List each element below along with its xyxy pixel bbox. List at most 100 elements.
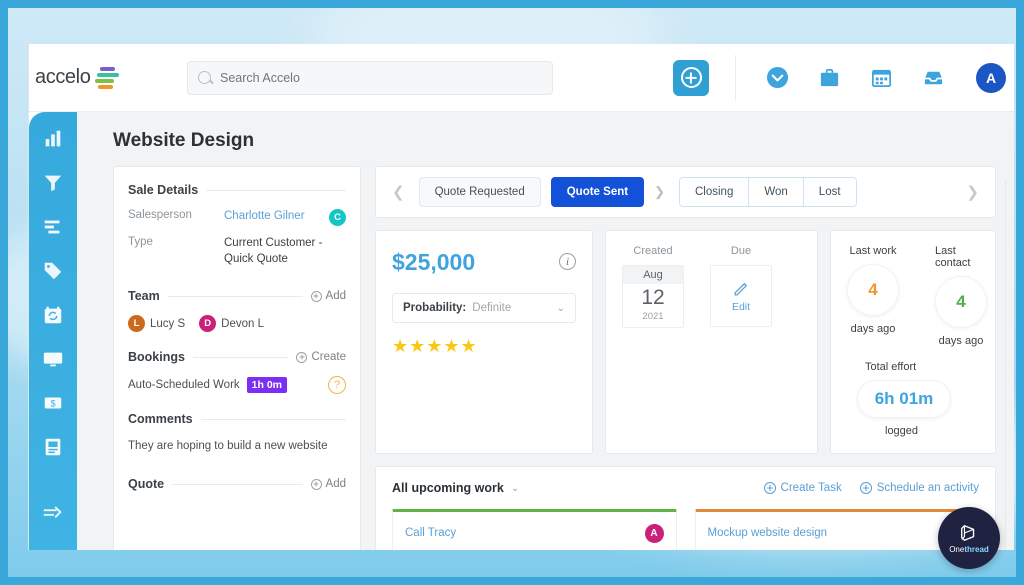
dates-card: Created Aug 12 2021 Due Edit (605, 230, 818, 454)
accelo-logo[interactable]: accelo (29, 66, 169, 89)
sidebar-item-tag-icon[interactable] (41, 260, 65, 282)
bookings-create-button[interactable]: Create (296, 351, 346, 363)
section-title: Sale Details (128, 183, 199, 197)
created-date-column: Created Aug 12 2021 (622, 245, 684, 439)
metric-last-work: Last work 4 days ago (847, 245, 899, 347)
content-columns: Sale Details Salesperson Charlotte Gilne… (77, 166, 1014, 550)
upcoming-work-card: All upcoming work ⌄ Create Task Schedule… (375, 466, 996, 550)
left-navigation-rail: $ (29, 112, 77, 550)
plus-circle-icon (310, 478, 322, 490)
sale-status-pipeline: ❮ Quote Requested Quote Sent ❯ Closing W… (375, 166, 996, 218)
pipeline-prev-arrow-icon[interactable]: ❮ (388, 183, 409, 201)
pipeline-next-arrow-icon[interactable]: ❯ (962, 183, 983, 201)
sale-amount: $25,000 (392, 249, 476, 275)
vertical-scrollbar[interactable] (1005, 180, 1014, 550)
team-member[interactable]: D Devon L (199, 315, 265, 333)
probability-select[interactable]: Probability: Definite ⌄ (392, 293, 576, 323)
status-pill-quote-requested[interactable]: Quote Requested (418, 177, 541, 207)
sidebar-item-funnel-icon[interactable] (41, 172, 65, 194)
sidebar-item-retainer-calendar-icon[interactable] (41, 304, 65, 326)
auto-scheduled-work-label: Auto-Scheduled Work (128, 379, 240, 392)
due-date-edit-button[interactable]: Edit (710, 265, 772, 327)
search-input-wrapper[interactable] (187, 60, 553, 95)
avatar: A (644, 523, 664, 543)
metric-value: 4 (847, 264, 899, 316)
created-date-chip[interactable]: Aug 12 2021 (622, 265, 684, 328)
divider (167, 295, 303, 297)
chevron-separator-icon: ❯ (654, 184, 665, 199)
sale-details-card: Sale Details Salesperson Charlotte Gilne… (113, 166, 361, 550)
onethread-watermark-badge[interactable]: Onethread (938, 507, 1000, 569)
status-segment-closing[interactable]: Closing (679, 178, 750, 206)
status-segment-won[interactable]: Won (749, 178, 804, 206)
field-value[interactable]: Charlotte Gilner (224, 209, 329, 225)
field-label: Salesperson (128, 209, 192, 221)
sidebar-item-company-bars-icon[interactable] (41, 128, 65, 150)
chevron-circle-icon[interactable] (764, 65, 790, 91)
quote-add-label: Add (325, 478, 346, 491)
comments-heading: Comments (128, 412, 346, 426)
team-member-name: Lucy S (150, 317, 186, 330)
section-title: Bookings (128, 350, 185, 365)
right-column: ❮ Quote Requested Quote Sent ❯ Closing W… (375, 166, 996, 550)
accelo-app-window: accelo Search Accelo A $ Website Design … (28, 44, 1014, 550)
svg-text:$: $ (50, 399, 55, 409)
plus-circle-icon (296, 351, 308, 363)
probability-label: Probability: (403, 302, 467, 314)
avatar: L (128, 315, 145, 333)
page-content: Website Design Sale Details Salesperson … (77, 112, 1014, 550)
create-task-button[interactable]: Create Task (763, 482, 842, 494)
inbox-icon[interactable] (920, 65, 946, 91)
avatar: D (199, 315, 217, 333)
work-item-call-tracy[interactable]: Call Tracy A (392, 509, 677, 550)
sidebar-item-list-bars-icon[interactable] (41, 216, 65, 238)
divider (206, 189, 346, 191)
field-value: Current Customer - Quick Quote (224, 237, 323, 265)
status-segment-lost[interactable]: Lost (803, 178, 856, 206)
onethread-text-a: One (949, 544, 965, 554)
team-member-name: Devon L (221, 317, 265, 330)
sidebar-item-collapse-arrow-icon[interactable] (41, 502, 65, 524)
calendar-icon[interactable] (868, 65, 894, 91)
briefcase-icon[interactable] (816, 65, 842, 91)
due-edit-label: Edit (731, 301, 751, 313)
help-icon[interactable]: ? (328, 376, 346, 395)
salesperson-avatar[interactable]: C (329, 209, 346, 226)
effort-card: Last work 4 days ago Last contact 4 days… (830, 230, 996, 454)
status-segment-group: Closing Won Lost (678, 177, 857, 207)
rating-stars[interactable]: ★★★★★ (392, 336, 576, 357)
sidebar-item-monitor-icon[interactable] (41, 348, 65, 370)
total-effort-sub: logged (885, 425, 919, 437)
comment-text: They are hoping to build a new website (128, 440, 328, 453)
user-avatar[interactable]: A (976, 62, 1006, 93)
quote-heading: Quote Add (128, 477, 346, 491)
created-year: 2021 (642, 311, 664, 322)
sidebar-item-reports-book-icon[interactable] (41, 436, 65, 458)
chevron-down-icon[interactable]: ⌄ (511, 483, 519, 494)
upcoming-work-list: Call Tracy A Mockup website design (392, 509, 979, 550)
quote-add-button[interactable]: Add (310, 478, 346, 491)
onethread-text-b: thread (964, 544, 989, 554)
bookings-create-label: Create (311, 351, 346, 364)
total-effort-value: 6h 01m (857, 380, 951, 418)
search-input[interactable] (220, 70, 542, 85)
created-day: 12 (641, 286, 665, 309)
onethread-logo-icon (961, 524, 975, 541)
schedule-activity-button[interactable]: Schedule an activity (859, 482, 979, 494)
sidebar-item-billing-icon[interactable]: $ (41, 392, 65, 414)
team-add-button[interactable]: Add (310, 290, 346, 302)
divider (200, 418, 346, 420)
team-member[interactable]: L Lucy S (128, 315, 186, 333)
onethread-label: Onethread (949, 545, 989, 554)
upcoming-work-title: All upcoming work (392, 481, 504, 495)
status-pill-quote-sent[interactable]: Quote Sent (550, 177, 645, 207)
work-item-mockup-website-design[interactable]: Mockup website design (694, 509, 979, 550)
add-new-button[interactable] (673, 59, 709, 96)
page-title: Website Design (113, 130, 255, 151)
bookings-heading: Bookings Create (128, 350, 346, 364)
due-date-column: Due Edit (710, 245, 772, 439)
section-title: Team (128, 289, 160, 304)
logo-text: accelo (35, 66, 91, 88)
info-icon[interactable]: i (559, 253, 576, 270)
sale-value-card: $25,000 i Probability: Definite ⌄ ★★★★★ (375, 230, 593, 454)
